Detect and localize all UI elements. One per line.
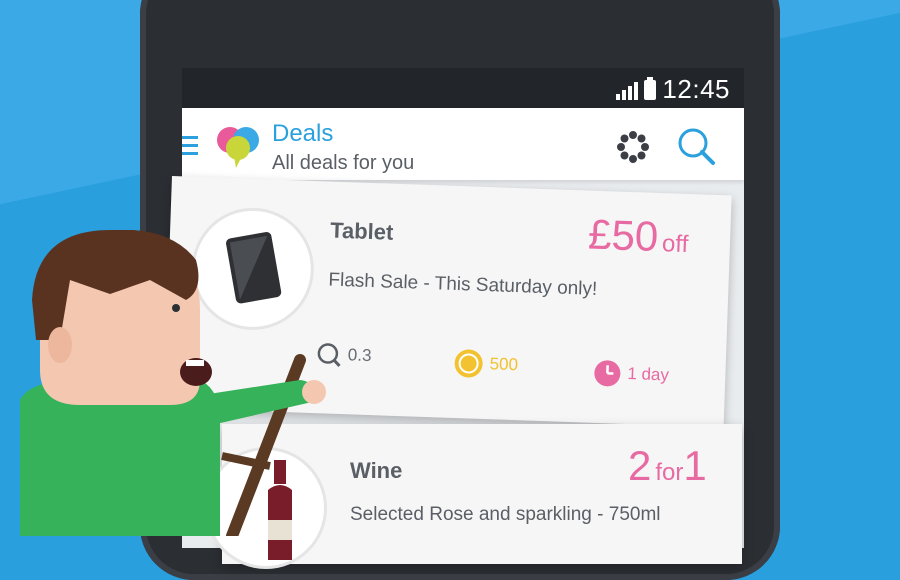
coin-icon [453, 348, 484, 379]
battery-icon [644, 80, 656, 100]
menu-icon[interactable] [182, 136, 198, 160]
app-subtitle: All deals for you [272, 152, 414, 175]
signal-icon [616, 80, 638, 100]
deal-price: 2for1 [628, 442, 707, 490]
app-title: Deals [272, 120, 414, 148]
app-bar: Deals All deals for you [182, 108, 744, 180]
speech-bubbles-logo [214, 122, 262, 170]
status-bar: 12:45 [182, 68, 744, 108]
deal-expiry: 1 day [593, 359, 670, 390]
deal-points: 500 [453, 348, 518, 380]
cartoon-character-illustration [0, 230, 340, 536]
settings-icon[interactable] [616, 130, 650, 164]
search-icon[interactable] [676, 126, 716, 166]
deal-description: Selected Rose and sparkling - 750ml [350, 504, 661, 526]
deal-title: Wine [350, 458, 402, 484]
clock-icon [593, 359, 622, 388]
deal-price: £50off [587, 211, 689, 262]
deal-description: Flash Sale - This Saturday only! [328, 270, 598, 301]
status-time: 12:45 [662, 74, 730, 105]
